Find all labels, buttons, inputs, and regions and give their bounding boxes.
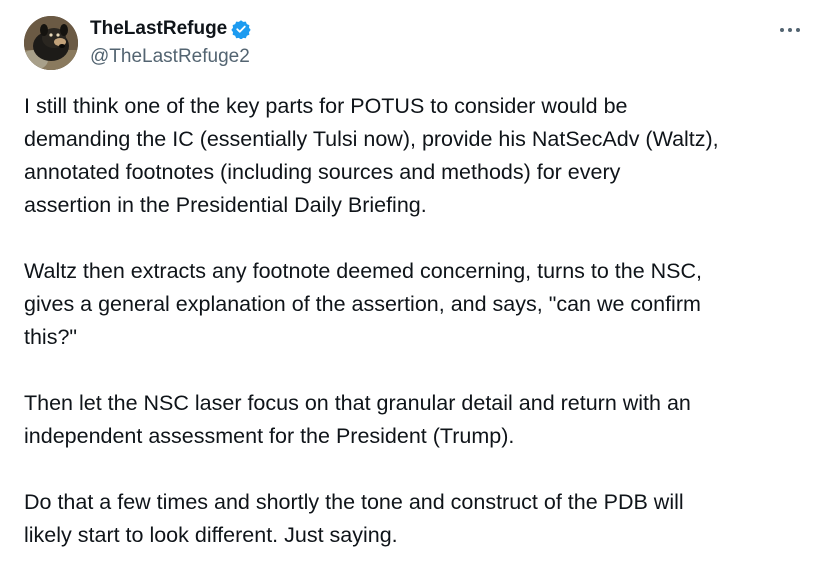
tweet-paragraph: I still think one of the key parts for P… [24,94,719,217]
tweet-paragraph: Do that a few times and shortly the tone… [24,490,684,547]
verified-badge-icon[interactable] [231,19,251,40]
handle[interactable]: @TheLastRefuge2 [90,44,251,70]
avatar-dog-photo [24,16,78,70]
author-block: TheLastRefuge @TheLastRefuge2 [90,16,251,70]
tweet-text: I still think one of the key parts for P… [24,90,804,552]
tweet-paragraph: Waltz then extracts any footnote deemed … [24,259,703,349]
tweet-paragraph: Then let the NSC laser focus on that gra… [24,391,691,448]
name-row: TheLastRefuge [90,16,251,42]
more-options-icon[interactable] [774,18,806,42]
display-name[interactable]: TheLastRefuge [90,16,227,42]
avatar[interactable] [24,16,78,70]
tweet-card: TheLastRefuge @TheLastRefuge2 I still th… [0,0,820,561]
